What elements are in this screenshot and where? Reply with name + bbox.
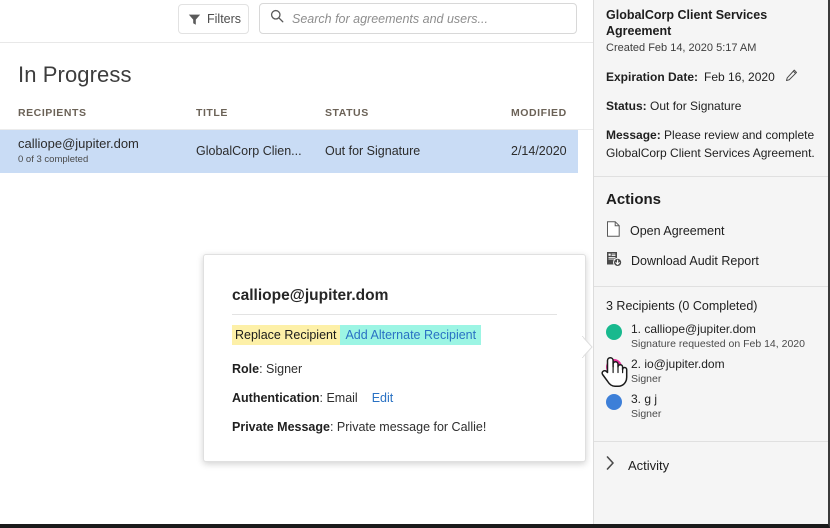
row-recipient-email: calliope@jupiter.dom: [18, 136, 139, 151]
recipient-avatar: [606, 394, 622, 410]
agreement-status-row: Status: Out for Signature: [606, 99, 816, 113]
column-header-title: TITLE: [196, 107, 228, 119]
actions-section: Actions Open Agreement: [594, 177, 828, 287]
chevron-right-icon: [606, 456, 615, 475]
recipient-status: Signer: [631, 373, 725, 386]
column-header-modified: MODIFIED: [511, 107, 567, 119]
popup-field-authentication: Authentication: Email Edit: [232, 391, 393, 405]
column-header-status: STATUS: [325, 107, 369, 119]
recipients-section: 3 Recipients (0 Completed) 1. calliope@j…: [594, 287, 828, 442]
filters-button[interactable]: Filters: [178, 4, 249, 34]
agreement-title: GlobalCorp Client Services Agreement: [606, 8, 816, 39]
recipient-name: 2. io@jupiter.dom: [631, 357, 725, 372]
popup-auth-value: : Email: [320, 391, 358, 405]
popup-auth-key: Authentication: [232, 391, 320, 405]
agreements-table: RECIPIENTS TITLE STATUS MODIFIED calliop…: [0, 104, 593, 173]
pencil-icon[interactable]: [785, 69, 798, 85]
agreement-created-timestamp: Created Feb 14, 2020 5:17 AM: [606, 42, 816, 54]
recipient-list-item[interactable]: 2. io@jupiter.dom Signer: [606, 357, 816, 386]
table-row[interactable]: calliope@jupiter.dom 0 of 3 completed Gl…: [0, 130, 578, 173]
recipient-detail-popup: calliope@jupiter.dom Replace Recipient A…: [203, 254, 586, 462]
search-icon: [270, 9, 284, 28]
recipient-status: Signature requested on Feb 14, 2020: [631, 338, 805, 351]
replace-recipient-link[interactable]: Replace Recipient: [232, 325, 340, 345]
popup-role-value: : Signer: [259, 362, 302, 376]
row-title: GlobalCorp Clien...: [196, 144, 302, 158]
auth-edit-link[interactable]: Edit: [372, 391, 394, 405]
recipient-avatar: [606, 359, 622, 375]
recipient-list-item[interactable]: 3. g j Signer: [606, 392, 816, 421]
row-modified: 2/14/2020: [511, 144, 567, 158]
popup-pointer-arrow: [582, 336, 594, 358]
popup-message-key: Private Message: [232, 420, 330, 434]
popup-divider: [232, 314, 557, 315]
row-recipient-progress: 0 of 3 completed: [18, 154, 88, 165]
row-status: Out for Signature: [325, 144, 420, 158]
popup-action-links: Replace Recipient Add Alternate Recipien…: [232, 325, 481, 345]
expiration-date-row: Expiration Date: Feb 16, 2020: [606, 69, 816, 85]
column-header-recipients: RECIPIENTS: [18, 107, 87, 119]
document-icon: [606, 221, 621, 240]
expiration-date-value: Feb 16, 2020: [704, 70, 775, 84]
funnel-icon: [188, 13, 201, 26]
action-download-audit-report[interactable]: Download Audit Report: [606, 251, 816, 270]
recipient-name: 1. calliope@jupiter.dom: [631, 322, 805, 337]
agreement-summary-section: GlobalCorp Client Services Agreement Cre…: [594, 0, 828, 177]
recipient-name: 3. g j: [631, 392, 661, 407]
table-header-row: RECIPIENTS TITLE STATUS MODIFIED: [0, 104, 593, 130]
recipient-list-item[interactable]: 1. calliope@jupiter.dom Signature reques…: [606, 322, 816, 351]
agreement-message-row: Message: Please review and complete Glob…: [606, 127, 816, 162]
activity-label: Activity: [628, 458, 669, 473]
recipient-status: Signer: [631, 408, 661, 421]
action-download-audit-report-label: Download Audit Report: [631, 254, 759, 268]
popup-field-role: Role: Signer: [232, 362, 302, 376]
add-alternate-recipient-link[interactable]: Add Alternate Recipient: [340, 325, 481, 345]
recipients-heading: 3 Recipients (0 Completed): [606, 299, 816, 313]
popup-role-key: Role: [232, 362, 259, 376]
popup-message-value: : Private message for Callie!: [330, 420, 486, 434]
status-value: Out for Signature: [650, 99, 741, 113]
expiration-date-label: Expiration Date:: [606, 70, 698, 84]
audit-report-download-icon: [606, 251, 622, 270]
app-window: Filters In Progress RECIPIENTS TITLE STA…: [0, 0, 830, 528]
popup-field-private-message: Private Message: Private message for Cal…: [232, 420, 486, 434]
message-label: Message:: [606, 128, 661, 142]
filters-label: Filters: [207, 12, 241, 26]
activity-section-toggle[interactable]: Activity: [594, 442, 828, 489]
search-box[interactable]: [259, 3, 577, 34]
action-open-agreement-label: Open Agreement: [630, 224, 725, 238]
page-title: In Progress: [18, 62, 132, 88]
actions-heading: Actions: [606, 191, 816, 208]
search-input[interactable]: [292, 12, 562, 26]
toolbar: Filters: [0, 0, 593, 43]
agreement-details-panel: GlobalCorp Client Services Agreement Cre…: [593, 0, 828, 524]
action-open-agreement[interactable]: Open Agreement: [606, 221, 816, 240]
recipient-avatar: [606, 324, 622, 340]
popup-recipient-email: calliope@jupiter.dom: [232, 287, 388, 305]
status-label: Status:: [606, 99, 647, 113]
